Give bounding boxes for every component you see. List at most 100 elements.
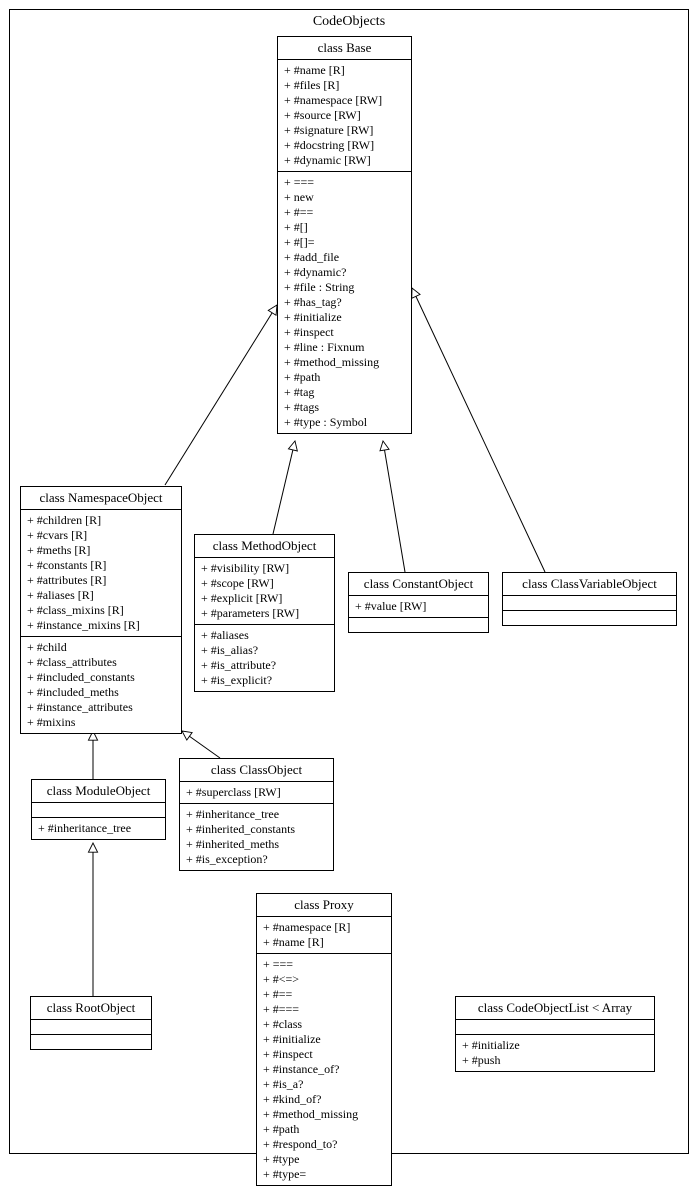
class-title: class Base (278, 37, 411, 60)
member-row: + #included_constants (27, 670, 175, 685)
class-box-codeobjectlist: class CodeObjectList < Array + #initiali… (455, 996, 655, 1072)
member-row: + #type : Symbol (284, 415, 405, 430)
member-row: + #instance_of? (263, 1062, 385, 1077)
member-row: + #respond_to? (263, 1137, 385, 1152)
member-row: + #parameters [RW] (201, 606, 328, 621)
member-row: + #inheritance_tree (38, 821, 159, 836)
member-row: + #initialize (284, 310, 405, 325)
class-attrs: + #superclass [RW] (180, 782, 333, 804)
package-frame: CodeObjects class Base + #name [R]+ #fil… (9, 9, 689, 1154)
member-row: + #inspect (284, 325, 405, 340)
member-row: + #child (27, 640, 175, 655)
class-ops (31, 1035, 151, 1049)
member-row: + #aliases (201, 628, 328, 643)
member-row: + #docstring [RW] (284, 138, 405, 153)
member-row: + === (284, 175, 405, 190)
class-attrs: + #visibility [RW]+ #scope [RW]+ #explic… (195, 558, 334, 625)
member-row: + #meths [R] (27, 543, 175, 558)
member-row: + #dynamic [RW] (284, 153, 405, 168)
member-row: + #children [R] (27, 513, 175, 528)
member-row: + #namespace [R] (263, 920, 385, 935)
member-row: + #path (284, 370, 405, 385)
member-row: + #file : String (284, 280, 405, 295)
class-box-classobject: class ClassObject + #superclass [RW] + #… (179, 758, 334, 871)
member-row: + #is_alias? (201, 643, 328, 658)
member-row: + #files [R] (284, 78, 405, 93)
class-attrs (32, 803, 165, 818)
member-row: + #value [RW] (355, 599, 482, 614)
member-row: + #class (263, 1017, 385, 1032)
member-row: + === (263, 957, 385, 972)
class-title: class NamespaceObject (21, 487, 181, 510)
member-row: + #is_explicit? (201, 673, 328, 688)
member-row: + #tag (284, 385, 405, 400)
class-ops: + ===+ new+ #==+ #[]+ #[]=+ #add_file+ #… (278, 172, 411, 433)
member-row: + #type (263, 1152, 385, 1167)
member-row: + #push (462, 1053, 648, 1068)
member-row: + #is_attribute? (201, 658, 328, 673)
class-ops: + ===+ #<=>+ #==+ #===+ #class+ #initial… (257, 954, 391, 1185)
member-row: + #is_a? (263, 1077, 385, 1092)
member-row: + #superclass [RW] (186, 785, 327, 800)
member-row: + #initialize (462, 1038, 648, 1053)
member-row: + #<=> (263, 972, 385, 987)
member-row: + #=== (263, 1002, 385, 1017)
class-attrs (456, 1020, 654, 1035)
class-title: class ConstantObject (349, 573, 488, 596)
member-row: + #class_attributes (27, 655, 175, 670)
member-row: + #type= (263, 1167, 385, 1182)
class-title: class MethodObject (195, 535, 334, 558)
class-ops: + #initialize+ #push (456, 1035, 654, 1071)
class-title: class Proxy (257, 894, 391, 917)
class-attrs (31, 1020, 151, 1035)
package-title: CodeObjects (10, 14, 688, 30)
member-row: + new (284, 190, 405, 205)
member-row: + #source [RW] (284, 108, 405, 123)
member-row: + #constants [R] (27, 558, 175, 573)
member-row: + #namespace [RW] (284, 93, 405, 108)
class-box-rootobject: class RootObject (30, 996, 152, 1050)
class-box-base: class Base + #name [R]+ #files [R]+ #nam… (277, 36, 412, 434)
member-row: + #instance_mixins [R] (27, 618, 175, 633)
class-ops: + #aliases+ #is_alias?+ #is_attribute?+ … (195, 625, 334, 691)
class-attrs: + #namespace [R]+ #name [R] (257, 917, 391, 954)
class-title: class ClassObject (180, 759, 333, 782)
member-row: + #inherited_constants (186, 822, 327, 837)
member-row: + #== (284, 205, 405, 220)
class-title: class ClassVariableObject (503, 573, 676, 596)
member-row: + #inspect (263, 1047, 385, 1062)
member-row: + #signature [RW] (284, 123, 405, 138)
member-row: + #instance_attributes (27, 700, 175, 715)
member-row: + #mixins (27, 715, 175, 730)
member-row: + #add_file (284, 250, 405, 265)
member-row: + #line : Fixnum (284, 340, 405, 355)
member-row: + #name [R] (284, 63, 405, 78)
class-box-constantobject: class ConstantObject + #value [RW] (348, 572, 489, 633)
class-box-methodobject: class MethodObject + #visibility [RW]+ #… (194, 534, 335, 692)
member-row: + #has_tag? (284, 295, 405, 310)
class-ops (503, 611, 676, 625)
member-row: + #dynamic? (284, 265, 405, 280)
class-title: class CodeObjectList < Array (456, 997, 654, 1020)
member-row: + #class_mixins [R] (27, 603, 175, 618)
class-box-namespaceobject: class NamespaceObject + #children [R] + #… (20, 486, 182, 734)
member-row: + #path (263, 1122, 385, 1137)
class-attrs (503, 596, 676, 611)
member-row: + #inheritance_tree (186, 807, 327, 822)
member-row: + #method_missing (284, 355, 405, 370)
class-title: class ModuleObject (32, 780, 165, 803)
member-row: + #explicit [RW] (201, 591, 328, 606)
member-row: + #inherited_meths (186, 837, 327, 852)
member-row: + #[] (284, 220, 405, 235)
member-row: + #scope [RW] (201, 576, 328, 591)
member-row: + #name [R] (263, 935, 385, 950)
class-attrs: + #name [R]+ #files [R]+ #namespace [RW]… (278, 60, 411, 172)
class-box-proxy: class Proxy + #namespace [R]+ #name [R] … (256, 893, 392, 1186)
member-row: + #aliases [R] (27, 588, 175, 603)
class-ops: + #inheritance_tree (32, 818, 165, 839)
member-row: + #initialize (263, 1032, 385, 1047)
member-row: + #method_missing (263, 1107, 385, 1122)
member-row: + #visibility [RW] (201, 561, 328, 576)
class-ops: + #inheritance_tree+ #inherited_constant… (180, 804, 333, 870)
class-ops: + #child+ #class_attributes+ #included_c… (21, 637, 181, 733)
